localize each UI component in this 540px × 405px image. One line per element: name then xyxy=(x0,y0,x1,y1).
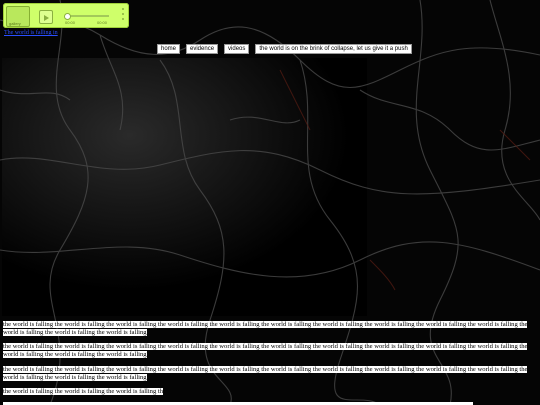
nav-bar: home evidence videos the world is on the… xyxy=(157,44,414,54)
nav-evidence[interactable]: evidence xyxy=(186,44,219,54)
falling-paragraph: the world is falling the world is fallin… xyxy=(3,366,531,383)
falling-paragraph: the world is falling the world is fallin… xyxy=(3,343,531,360)
falling-text: the world is falling the world is fallin… xyxy=(3,321,528,337)
audio-player: gallery 00:00 00:00 xyxy=(3,3,129,28)
falling-paragraph: the world is falling the world is fallin… xyxy=(3,321,531,338)
falling-text: the world is falling the world is fallin… xyxy=(3,343,528,359)
seek-knob[interactable] xyxy=(64,13,71,20)
cover-label: gallery xyxy=(9,21,21,26)
falling-text: the world is falling the world is fallin… xyxy=(3,366,528,382)
more-options-icon[interactable] xyxy=(122,8,125,23)
album-cover: gallery xyxy=(6,6,30,27)
falling-text: the world is falling the world is fallin… xyxy=(3,388,164,395)
falling-paragraph: the world is falling the world is fallin… xyxy=(3,388,531,396)
current-time: 00:00 xyxy=(65,20,76,25)
seek-slider[interactable] xyxy=(64,13,109,20)
nav-collapse[interactable]: the world is on the brink of collapse, l… xyxy=(255,44,412,54)
nav-home[interactable]: home xyxy=(157,44,181,54)
play-icon xyxy=(44,15,49,21)
nav-videos[interactable]: videos xyxy=(224,44,250,54)
total-time: 00:00 xyxy=(97,20,108,25)
play-button[interactable] xyxy=(39,10,53,24)
header-link[interactable]: The world is falling in xyxy=(4,30,58,36)
